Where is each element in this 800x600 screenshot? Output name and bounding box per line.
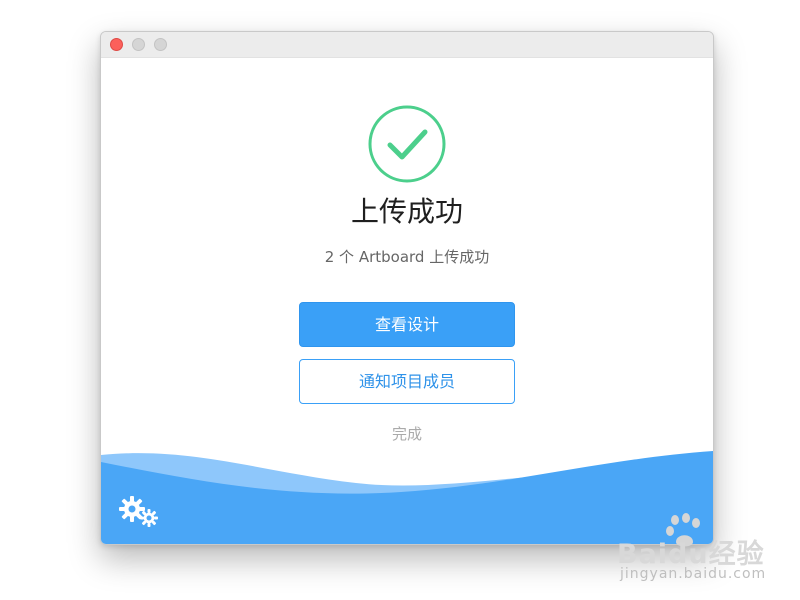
window-titlebar [101,32,713,58]
close-button[interactable] [110,38,123,51]
baidu-jingyan-watermark: Baidu经验 jingyan.baidu.com [612,512,792,594]
gears-icon[interactable] [119,496,163,530]
upload-success-window: 上传成功 2 个 Artboard 上传成功 查看设计 通知项目成员 完成 [100,31,714,545]
maximize-button[interactable] [154,38,167,51]
done-link[interactable]: 完成 [101,423,713,445]
minimize-button[interactable] [132,38,145,51]
check-circle-icon [368,105,446,183]
view-design-button[interactable]: 查看设计 [299,302,515,347]
status-subtitle: 2 个 Artboard 上传成功 [324,248,490,266]
notify-members-button[interactable]: 通知项目成员 [299,359,515,404]
watermark-site: jingyan.baidu.com [620,566,767,582]
status-title: 上传成功 [350,195,463,228]
